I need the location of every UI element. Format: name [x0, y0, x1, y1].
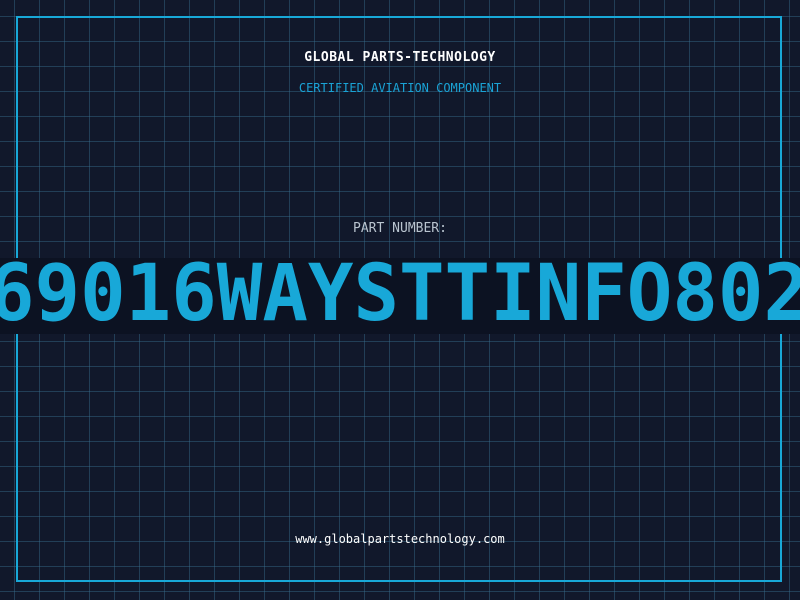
company-name: GLOBAL PARTS-TECHNOLOGY	[304, 50, 496, 65]
part-number-value: 69016WAYSTTINFO802	[0, 258, 800, 334]
part-number-label: PART NUMBER:	[353, 221, 447, 236]
certification-subtitle: CERTIFIED AVIATION COMPONENT	[298, 81, 502, 95]
part-number-band: 69016WAYSTTINFO802	[0, 258, 800, 334]
part-number-display: 69016WAYSTTINFO802	[0, 258, 800, 334]
website-url: www.globalpartstechnology.com	[295, 532, 505, 546]
